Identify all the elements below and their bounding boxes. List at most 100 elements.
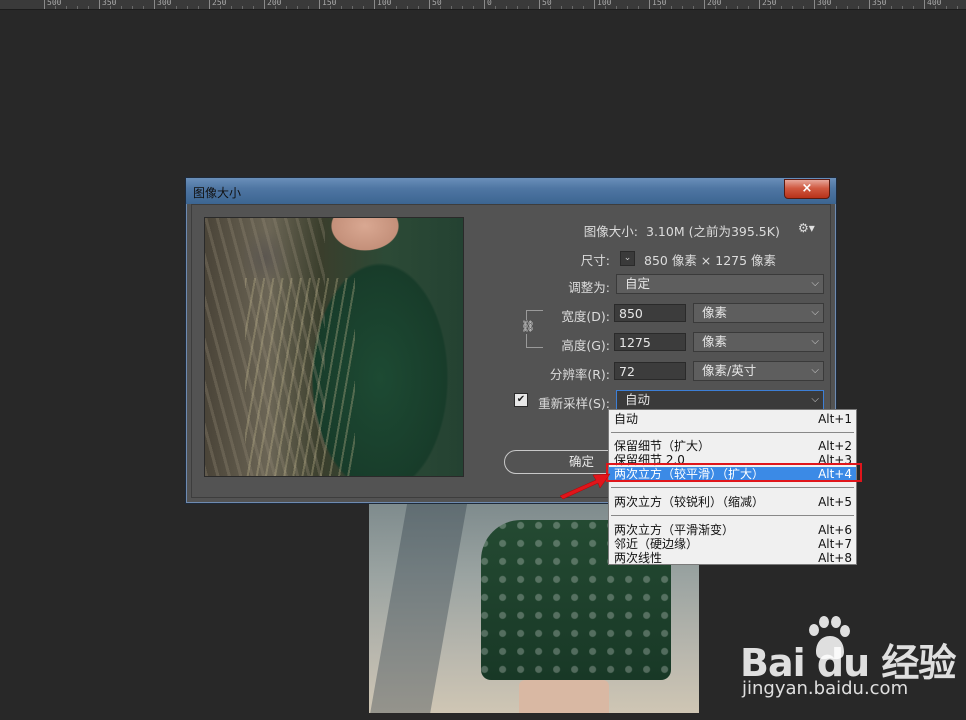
resolution-label: 分辨率(R): bbox=[549, 367, 610, 382]
menu-item-auto[interactable]: 自动 Alt+1 bbox=[609, 412, 856, 426]
resample-select[interactable]: 自动 ⌵ bbox=[616, 390, 824, 410]
menu-separator bbox=[611, 432, 854, 433]
ruler-minor-tick bbox=[165, 6, 166, 9]
ruler-minor-tick bbox=[418, 6, 419, 9]
ruler-tick bbox=[99, 0, 100, 9]
ruler-minor-tick bbox=[275, 6, 276, 9]
width-unit-select[interactable]: 像素 ⌵ bbox=[693, 303, 824, 323]
ruler-minor-tick bbox=[517, 6, 518, 9]
ruler-tick bbox=[319, 0, 320, 9]
height-input[interactable]: 1275 bbox=[614, 333, 686, 351]
height-unit-select[interactable]: 像素 ⌵ bbox=[693, 332, 824, 352]
width-label: 宽度(D): bbox=[561, 309, 610, 324]
ruler-minor-tick bbox=[550, 6, 551, 9]
gear-icon[interactable]: ⚙▾ bbox=[798, 221, 815, 235]
ruler-minor-tick bbox=[770, 6, 771, 9]
ruler-minor-tick bbox=[341, 6, 342, 9]
ruler-minor-tick bbox=[957, 6, 958, 9]
ruler-tick bbox=[429, 0, 430, 9]
ruler-minor-tick bbox=[726, 6, 727, 9]
ruler-tick bbox=[649, 0, 650, 9]
ruler-minor-tick bbox=[880, 6, 881, 9]
ruler-minor-tick bbox=[671, 6, 672, 9]
ruler-tick bbox=[154, 0, 155, 9]
ruler-minor-tick bbox=[825, 6, 826, 9]
ruler-minor-tick bbox=[385, 6, 386, 9]
ruler-tick bbox=[924, 0, 925, 9]
ruler-minor-tick bbox=[253, 6, 254, 9]
ruler-minor-tick bbox=[363, 6, 364, 9]
ruler-tick bbox=[209, 0, 210, 9]
height-label: 高度(G): bbox=[561, 338, 610, 353]
highlight-box bbox=[606, 463, 862, 482]
close-button[interactable]: × bbox=[784, 179, 830, 199]
menu-item-bilinear[interactable]: 两次线性 Alt+8 bbox=[609, 551, 856, 565]
ruler-minor-tick bbox=[693, 6, 694, 9]
chevron-down-icon[interactable]: ⌄ bbox=[620, 251, 635, 266]
baidu-watermark: Bai du 经验 jingyan.baidu.com bbox=[740, 612, 960, 712]
ruler-minor-tick bbox=[231, 6, 232, 9]
menu-item-preserve-details[interactable]: 保留细节（扩大） Alt+2 bbox=[609, 439, 856, 453]
ruler-minor-tick bbox=[583, 6, 584, 9]
image-preview[interactable] bbox=[204, 217, 464, 477]
ruler-minor-tick bbox=[66, 6, 67, 9]
resample-dropdown-menu: 自动 Alt+1 保留细节（扩大） Alt+2 保留细节 2.0 Alt+3 两次立方… bbox=[608, 409, 857, 565]
ruler-minor-tick bbox=[407, 6, 408, 9]
ruler-minor-tick bbox=[715, 6, 716, 9]
menu-item-bicubic-smooth-gradients[interactable]: 两次立方（平滑渐变） Alt+6 bbox=[609, 523, 856, 537]
ruler-tick bbox=[704, 0, 705, 9]
ruler-tick bbox=[814, 0, 815, 9]
ruler-tick bbox=[869, 0, 870, 9]
ruler-tick bbox=[594, 0, 595, 9]
ruler-tick bbox=[539, 0, 540, 9]
menu-separator bbox=[611, 515, 854, 516]
ruler-minor-tick bbox=[143, 6, 144, 9]
menu-item-bicubic-sharper[interactable]: 两次立方（较锐利）（缩减） Alt+5 bbox=[609, 495, 856, 509]
ruler-minor-tick bbox=[803, 6, 804, 9]
menu-item-nearest-neighbor[interactable]: 邻近（硬边缘） Alt+7 bbox=[609, 537, 856, 551]
ruler-minor-tick bbox=[682, 6, 683, 9]
ruler-minor-tick bbox=[121, 6, 122, 9]
ruler-minor-tick bbox=[913, 6, 914, 9]
dimensions-label: 尺寸: bbox=[580, 253, 610, 268]
annotation-arrow-icon bbox=[559, 473, 611, 500]
ruler-minor-tick bbox=[858, 6, 859, 9]
ruler-minor-tick bbox=[935, 6, 936, 9]
ruler-minor-tick bbox=[462, 6, 463, 9]
ruler-tick bbox=[374, 0, 375, 9]
ruler-minor-tick bbox=[176, 6, 177, 9]
horizontal-ruler: 500 350 300 250 200 150 100 50 0 50 100 150 200 250 30… bbox=[0, 0, 966, 10]
chevron-down-icon: ⌵ bbox=[811, 278, 819, 289]
ruler-minor-tick bbox=[506, 6, 507, 9]
fit-to-label: 调整为: bbox=[568, 280, 610, 295]
resolution-input[interactable]: 72 bbox=[614, 362, 686, 380]
dimensions-value: 850 像素 × 1275 像素 bbox=[644, 253, 777, 268]
ruler-minor-tick bbox=[297, 6, 298, 9]
ruler-tick bbox=[264, 0, 265, 9]
fit-to-select[interactable]: 自定 ⌵ bbox=[616, 274, 824, 294]
dialog-title: 图像大小 bbox=[193, 186, 242, 200]
ruler-minor-tick bbox=[847, 6, 848, 9]
ruler-minor-tick bbox=[528, 6, 529, 9]
ruler-label: 0 bbox=[487, 0, 492, 7]
ruler-minor-tick bbox=[440, 6, 441, 9]
ruler-minor-tick bbox=[572, 6, 573, 9]
chevron-down-icon: ⌵ bbox=[811, 336, 819, 347]
ruler-minor-tick bbox=[330, 6, 331, 9]
width-input[interactable]: 850 bbox=[614, 304, 686, 322]
image-size-value: 3.10M (之前为395.5K) bbox=[646, 224, 780, 239]
ruler-minor-tick bbox=[286, 6, 287, 9]
image-size-label: 图像大小: bbox=[583, 224, 638, 239]
ruler-minor-tick bbox=[198, 6, 199, 9]
ruler-minor-tick bbox=[748, 6, 749, 9]
ruler-minor-tick bbox=[132, 6, 133, 9]
ruler-minor-tick bbox=[242, 6, 243, 9]
ruler-minor-tick bbox=[781, 6, 782, 9]
dialog-titlebar[interactable]: 图像大小 × bbox=[186, 178, 836, 204]
resolution-unit-select[interactable]: 像素/英寸 ⌵ bbox=[693, 361, 824, 381]
watermark-url: jingyan.baidu.com bbox=[742, 678, 909, 699]
chevron-down-icon: ⌵ bbox=[811, 307, 819, 318]
ruler-minor-tick bbox=[88, 6, 89, 9]
ruler-minor-tick bbox=[616, 6, 617, 9]
ruler-minor-tick bbox=[902, 6, 903, 9]
